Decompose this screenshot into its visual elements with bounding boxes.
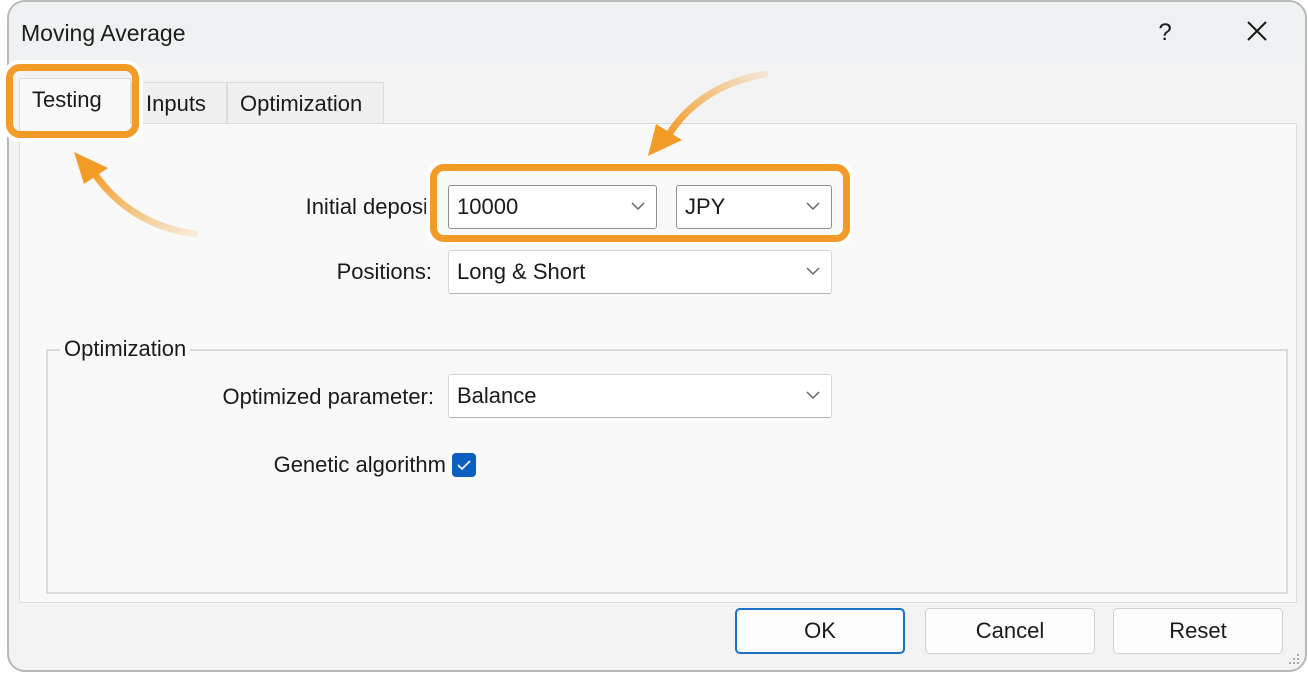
positions-value: Long & Short	[457, 259, 586, 284]
ok-button[interactable]: OK	[735, 608, 905, 654]
dialog-window: Moving Average ? Testing Inputs Optimiza…	[7, 0, 1307, 672]
optimization-group: Optimization Optimized parameter: Balanc…	[46, 336, 1288, 594]
chevron-down-icon	[806, 391, 820, 400]
testing-panel: Initial deposit 10000 JPY Positions: Lon…	[19, 123, 1297, 603]
tab-optimization[interactable]: Optimization	[227, 82, 384, 124]
optimized-parameter-value: Balance	[457, 383, 537, 408]
chevron-down-icon	[806, 267, 820, 276]
help-button[interactable]: ?	[1145, 16, 1185, 50]
currency-combo[interactable]: JPY	[676, 185, 832, 229]
initial-deposit-value: 10000	[457, 194, 519, 219]
checkmark-icon	[457, 460, 471, 471]
optimized-parameter-label: Optimized parameter:	[222, 384, 434, 409]
optimization-group-legend: Optimization	[60, 336, 191, 362]
initial-deposit-label: Initial deposit	[305, 194, 434, 219]
chevron-down-icon	[631, 202, 645, 211]
tab-inputs[interactable]: Inputs	[131, 82, 227, 124]
title-bar: Moving Average ?	[9, 2, 1305, 64]
tab-testing[interactable]: Testing	[19, 78, 131, 124]
chevron-down-icon	[806, 202, 820, 211]
positions-label: Positions:	[336, 259, 432, 284]
reset-button[interactable]: Reset	[1113, 608, 1283, 654]
positions-combo[interactable]: Long & Short	[448, 250, 832, 294]
genetic-algorithm-checkbox[interactable]	[452, 453, 476, 477]
cancel-button[interactable]: Cancel	[925, 608, 1095, 654]
currency-value: JPY	[685, 194, 726, 219]
window-title: Moving Average	[21, 20, 186, 46]
close-button[interactable]	[1237, 14, 1277, 50]
optimized-parameter-combo[interactable]: Balance	[448, 374, 832, 418]
genetic-algorithm-label: Genetic algorithm	[273, 452, 446, 477]
close-icon	[1247, 21, 1267, 41]
resize-grip-icon[interactable]	[1287, 652, 1301, 666]
initial-deposit-combo[interactable]: 10000	[448, 185, 657, 229]
